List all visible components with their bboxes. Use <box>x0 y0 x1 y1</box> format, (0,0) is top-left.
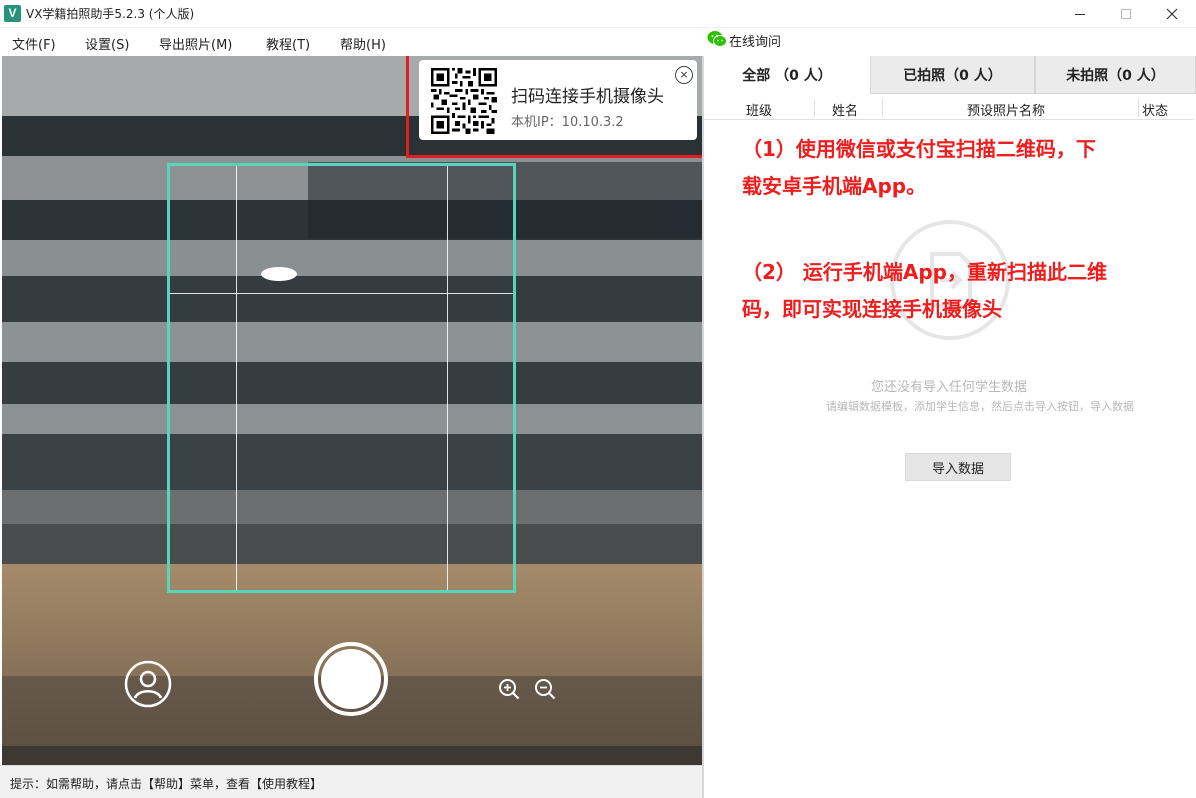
grid-line <box>447 166 448 590</box>
tab-not-photographed[interactable]: 未拍照（0 人） <box>1035 56 1196 94</box>
student-table-header: 班级 姓名 预设照片名称 状态 <box>704 97 1194 120</box>
qr-popup-close-button[interactable]: × <box>675 66 693 84</box>
grid-line <box>236 166 237 590</box>
app-logo-icon: V <box>4 5 21 22</box>
close-icon <box>1166 8 1178 20</box>
online-inquiry[interactable]: 在线询问 <box>702 28 1196 56</box>
menu-tutorial[interactable]: 教程(T) <box>266 34 310 53</box>
instruction-step-2: （2） 运行手机端App，重新扫描此二维码，即可实现连接手机摄像头 <box>742 260 1107 321</box>
column-divider <box>1138 99 1139 117</box>
status-hint: 提示：如需帮助，请点击【帮助】菜单，查看【使用教程】 <box>10 777 323 791</box>
shutter-button[interactable] <box>314 642 388 716</box>
title-bar: V VX学籍拍照助手5.2.3 (个人版) <box>0 0 1196 28</box>
tab-all[interactable]: 全部 （0 人） <box>704 56 870 94</box>
column-header-photo-name[interactable]: 预设照片名称 <box>967 100 1045 119</box>
column-divider <box>814 99 815 117</box>
profile-mode-button[interactable] <box>124 660 172 708</box>
status-bar: 提示：如需帮助，请点击【帮助】菜单，查看【使用教程】 <box>0 765 702 798</box>
local-ip-label: 本机IP：10.10.3.2 <box>511 115 624 130</box>
zoom-in-icon[interactable] <box>498 678 520 700</box>
crop-guide-frame <box>167 163 516 593</box>
column-header-name[interactable]: 姓名 <box>832 100 858 119</box>
student-tabs: 全部 （0 人） 已拍照（0 人） 未拍照（0 人） <box>704 56 1196 94</box>
column-divider <box>882 99 883 117</box>
zoom-out-icon[interactable] <box>534 678 556 700</box>
maximize-button[interactable] <box>1103 0 1149 28</box>
close-window-button[interactable] <box>1149 0 1195 28</box>
menu-settings[interactable]: 设置(S) <box>85 34 129 53</box>
maximize-icon <box>1121 9 1131 19</box>
menu-help[interactable]: 帮助(H) <box>340 34 386 53</box>
online-inquiry-label: 在线询问 <box>729 35 782 50</box>
wechat-icon <box>707 31 727 47</box>
menu-bar: 文件(F) 设置(S) 导出照片(M) 教程(T) 帮助(H) <box>0 28 702 56</box>
empty-state-title: 您还没有导入任何学生数据 <box>870 380 1027 395</box>
grid-line <box>170 293 513 294</box>
qr-popup-title: 扫码连接手机摄像头 <box>511 87 664 107</box>
column-header-class[interactable]: 班级 <box>746 100 772 119</box>
camera-preview: 扫码连接手机摄像头 本机IP：10.10.3.2 × <box>2 56 702 765</box>
panel-divider[interactable] <box>702 56 704 798</box>
import-data-button[interactable]: 导入数据 <box>905 453 1011 481</box>
menu-export-photos[interactable]: 导出照片(M) <box>159 34 232 53</box>
shutter-icon <box>321 649 381 709</box>
column-header-status[interactable]: 状态 <box>1142 100 1168 119</box>
minimize-icon <box>1075 13 1085 15</box>
menu-file[interactable]: 文件(F) <box>12 34 56 53</box>
instruction-step-1: （1）使用微信或支付宝扫描二维码，下载安卓手机端App。 <box>742 137 1096 198</box>
window-title: VX学籍拍照助手5.2.3 (个人版) <box>26 7 195 21</box>
empty-state-hint: 请编辑数据模板，添加学生信息，然后点击导入按钮，导入数据 <box>826 400 1134 413</box>
qr-code-image <box>431 68 497 134</box>
qr-connect-popup: 扫码连接手机摄像头 本机IP：10.10.3.2 × <box>419 60 697 140</box>
minimize-button[interactable] <box>1057 0 1103 28</box>
tab-photographed[interactable]: 已拍照（0 人） <box>870 56 1035 94</box>
